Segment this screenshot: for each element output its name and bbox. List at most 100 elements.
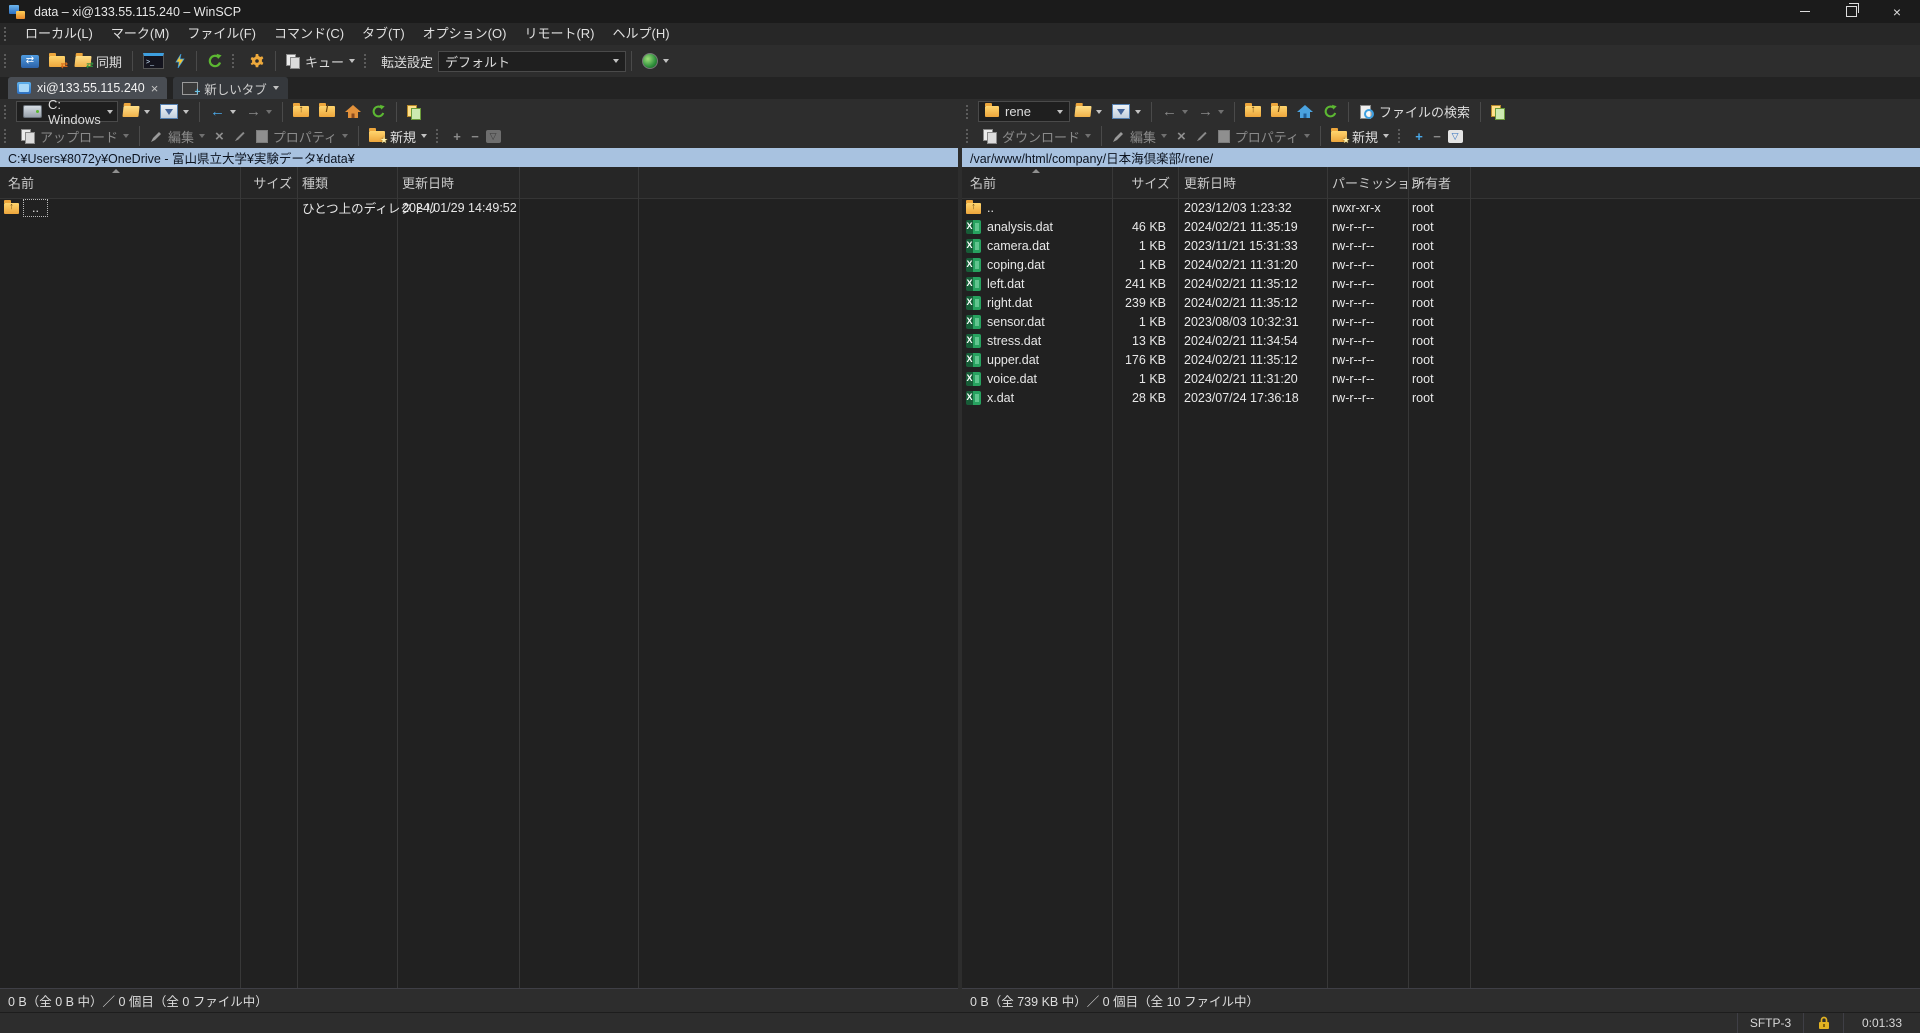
file-row[interactable]: upper.dat 176 KB 2024/02/21 11:35:12 rw-…	[962, 350, 1920, 369]
tab-close-icon[interactable]: ×	[151, 82, 159, 95]
toolbar-grip[interactable]	[966, 105, 973, 119]
menu-item[interactable]: ヘルプ(H)	[603, 23, 678, 45]
menu-item[interactable]: マーク(M)	[102, 23, 179, 45]
local-new-button[interactable]: ★新規	[364, 123, 432, 149]
remote-refresh-button[interactable]	[1318, 99, 1343, 125]
toolbar-grip[interactable]	[4, 54, 11, 68]
local-copy-paths-button[interactable]	[402, 99, 426, 125]
column-header-permissions[interactable]: パーミッション	[1332, 167, 1423, 198]
local-open-directory-button[interactable]	[118, 99, 155, 125]
menu-item[interactable]: ファイル(F)	[178, 23, 265, 45]
local-invert-selection-button[interactable]: ▽	[484, 128, 502, 144]
local-drive-select[interactable]: C: Windows	[16, 101, 118, 122]
menu-item[interactable]: コマンド(C)	[265, 23, 353, 45]
refresh-button[interactable]	[202, 48, 228, 74]
file-row[interactable]: analysis.dat 46 KB 2024/02/21 11:35:19 r…	[962, 217, 1920, 236]
download-button[interactable]: ダウンロード	[978, 123, 1096, 149]
remote-home-directory-button[interactable]	[1292, 99, 1318, 125]
menu-item[interactable]: リモート(R)	[515, 23, 603, 45]
local-file-list[interactable]: .. ひとつ上のディレクトリ 2024/01/29 14:49:52	[0, 198, 958, 988]
menu-item[interactable]: ローカル(L)	[16, 23, 102, 45]
file-row[interactable]: voice.dat 1 KB 2024/02/21 11:31:20 rw-r-…	[962, 369, 1920, 388]
local-edit-button[interactable]: 編集	[145, 123, 210, 149]
file-row[interactable]: .. ひとつ上のディレクトリ 2024/01/29 14:49:52	[0, 198, 958, 217]
local-refresh-button[interactable]	[366, 99, 391, 125]
tab-new-session[interactable]: 新しいタブ	[173, 77, 288, 99]
toolbar-grip[interactable]	[436, 129, 443, 143]
remote-edit-button[interactable]: 編集	[1107, 123, 1172, 149]
split-view-button[interactable]: ⇄	[16, 48, 44, 74]
remote-invert-selection-button[interactable]: ▽	[1446, 128, 1464, 144]
column-header-size[interactable]: サイズ	[1112, 167, 1174, 198]
remote-new-button[interactable]: ★新規	[1326, 123, 1394, 149]
local-unselect-button[interactable]: −	[466, 128, 484, 144]
close-button[interactable]: ×	[1874, 0, 1920, 23]
toolbar-grip[interactable]	[232, 54, 239, 68]
protocol-indicator[interactable]: SFTP-3	[1737, 1013, 1803, 1033]
column-header-modified[interactable]: 更新日時	[1184, 167, 1236, 198]
transfer-settings-select[interactable]: デフォルト	[438, 51, 626, 72]
copy-pages-icon	[407, 105, 421, 119]
column-header-modified[interactable]: 更新日時	[402, 167, 454, 198]
local-select-button[interactable]: +	[448, 128, 466, 144]
find-files-button[interactable]: ファイルの検索	[1354, 99, 1475, 125]
local-filter-button[interactable]	[155, 99, 194, 125]
upload-button[interactable]: アップロード	[16, 123, 134, 149]
synchronize-browsing-button[interactable]: ⇄	[44, 48, 70, 74]
file-row[interactable]: .. 2023/12/03 1:23:32 rwxr-xr-x root	[962, 198, 1920, 217]
column-header-type[interactable]: 種類	[302, 167, 328, 198]
remote-root-directory-button[interactable]: /	[1266, 99, 1292, 125]
remote-unselect-button[interactable]: −	[1428, 128, 1446, 144]
remote-directory-select[interactable]: rene	[978, 101, 1070, 122]
file-row[interactable]: camera.dat 1 KB 2023/11/21 15:31:33 rw-r…	[962, 236, 1920, 255]
remote-file-list[interactable]: .. 2023/12/03 1:23:32 rwxr-xr-x root ana…	[962, 198, 1920, 988]
local-rename-button[interactable]	[229, 123, 251, 149]
toolbar-grip[interactable]	[966, 129, 973, 143]
remote-parent-directory-button[interactable]: ↑	[1240, 99, 1266, 125]
file-row[interactable]: sensor.dat 1 KB 2023/08/03 10:32:31 rw-r…	[962, 312, 1920, 331]
remote-forward-button[interactable]: →	[1193, 99, 1229, 125]
synchronize-button[interactable]: ⇄同期	[70, 48, 127, 74]
file-row[interactable]: right.dat 239 KB 2024/02/21 11:35:12 rw-…	[962, 293, 1920, 312]
local-root-directory-button[interactable]: /	[314, 99, 340, 125]
minimize-button[interactable]	[1782, 0, 1828, 23]
toolbar-grip[interactable]	[1398, 129, 1405, 143]
file-row[interactable]: coping.dat 1 KB 2024/02/21 11:31:20 rw-r…	[962, 255, 1920, 274]
file-row[interactable]: stress.dat 13 KB 2024/02/21 11:34:54 rw-…	[962, 331, 1920, 350]
column-header-name[interactable]: 名前	[8, 167, 34, 198]
encryption-cell[interactable]	[1803, 1013, 1843, 1033]
menu-item[interactable]: オプション(O)	[414, 23, 516, 45]
remote-delete-button[interactable]: ×	[1172, 123, 1191, 149]
remote-address-bar[interactable]: /var/www/html/company/日本海倶楽部/rene/	[962, 148, 1920, 167]
local-delete-button[interactable]: ×	[210, 123, 229, 149]
preferences-button[interactable]	[244, 48, 270, 74]
column-header-name[interactable]: 名前	[970, 167, 996, 198]
file-row[interactable]: left.dat 241 KB 2024/02/21 11:35:12 rw-r…	[962, 274, 1920, 293]
menu-grip[interactable]	[4, 27, 11, 41]
local-forward-button[interactable]: →	[241, 99, 277, 125]
remote-properties-button[interactable]: プロパティ	[1213, 123, 1315, 149]
local-home-directory-button[interactable]	[340, 99, 366, 125]
open-terminal-button[interactable]: >_	[138, 48, 169, 74]
restore-button[interactable]	[1828, 0, 1874, 23]
local-back-button[interactable]: ←	[205, 99, 241, 125]
menu-item[interactable]: タブ(T)	[353, 23, 414, 45]
local-parent-directory-button[interactable]: ↑	[288, 99, 314, 125]
column-header-owner[interactable]: 所有者	[1412, 167, 1451, 198]
toolbar-grip[interactable]	[4, 105, 11, 119]
remote-back-button[interactable]: ←	[1157, 99, 1193, 125]
remote-select-button[interactable]: +	[1410, 128, 1428, 144]
queue-button[interactable]: キュー	[281, 48, 360, 74]
remote-copy-paths-button[interactable]	[1486, 99, 1510, 125]
open-in-putty-button[interactable]	[169, 48, 191, 74]
session-color-button[interactable]	[637, 48, 674, 74]
toolbar-grip[interactable]	[364, 54, 371, 68]
remote-filter-button[interactable]	[1107, 99, 1146, 125]
local-properties-button[interactable]: プロパティ	[251, 123, 353, 149]
column-header-size[interactable]: サイズ	[240, 167, 297, 198]
remote-rename-button[interactable]	[1191, 123, 1213, 149]
file-row[interactable]: x.dat 28 KB 2023/07/24 17:36:18 rw-r--r-…	[962, 388, 1920, 407]
toolbar-grip[interactable]	[4, 129, 11, 143]
remote-open-directory-button[interactable]	[1070, 99, 1107, 125]
local-address-bar[interactable]: C:¥Users¥8072y¥OneDrive - 富山県立大学¥実験データ¥d…	[0, 148, 958, 167]
